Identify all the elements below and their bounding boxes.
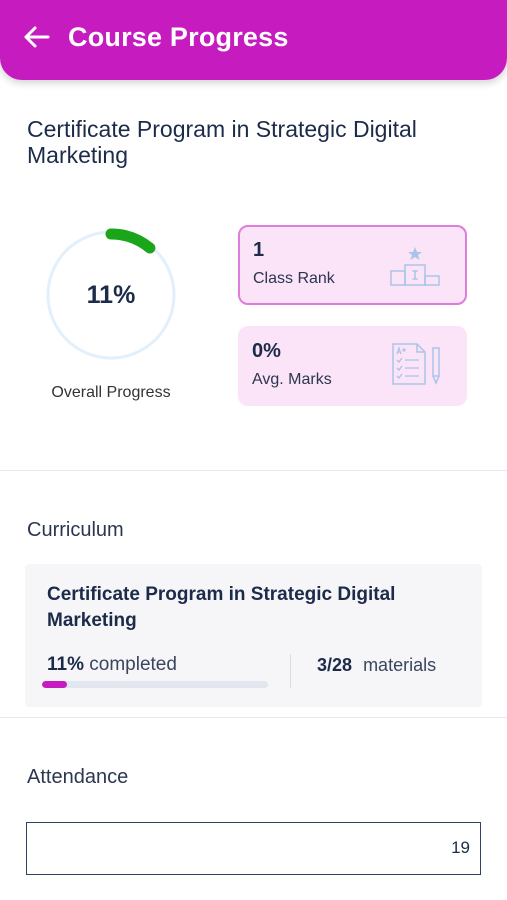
divider	[0, 717, 507, 718]
overall-progress-value: 11%	[86, 280, 136, 309]
exam-sheet-icon	[392, 343, 440, 385]
attendance-heading: Attendance	[27, 766, 129, 788]
curriculum-course-title: Certificate Program in Strategic Digital…	[47, 584, 396, 631]
podium-icon	[390, 247, 440, 286]
curriculum-percent: 11%	[47, 654, 84, 675]
divider	[0, 470, 507, 471]
curriculum-card[interactable]: Certificate Program in Strategic Digital…	[25, 564, 482, 707]
page-title: Course Progress	[68, 21, 289, 52]
curriculum-progress-bar	[42, 681, 268, 688]
materials-count: 3/28	[317, 655, 353, 675]
curriculum-progress-fill	[42, 681, 67, 688]
curriculum-completion: 11% completed	[47, 654, 177, 676]
divider	[290, 654, 291, 688]
class-rank-card[interactable]: 1 Class Rank	[238, 225, 467, 305]
arrow-left-icon	[24, 26, 50, 48]
curriculum-percent-label: completed	[89, 654, 177, 675]
app-bar: Course Progress	[0, 0, 507, 80]
overall-progress-label: Overall Progress	[51, 384, 171, 401]
overall-progress-ring: 11%	[44, 228, 178, 362]
curriculum-heading: Curriculum	[27, 519, 124, 541]
avg-marks-card[interactable]: 0% Avg. Marks	[238, 326, 467, 406]
attendance-value: 19	[451, 838, 470, 857]
course-title: Certificate Program in Strategic Digital…	[27, 116, 417, 168]
curriculum-materials: 3/28 materials	[317, 655, 436, 676]
materials-label: materials	[363, 655, 437, 675]
back-button[interactable]	[20, 21, 52, 53]
attendance-box[interactable]: 19	[26, 822, 481, 875]
